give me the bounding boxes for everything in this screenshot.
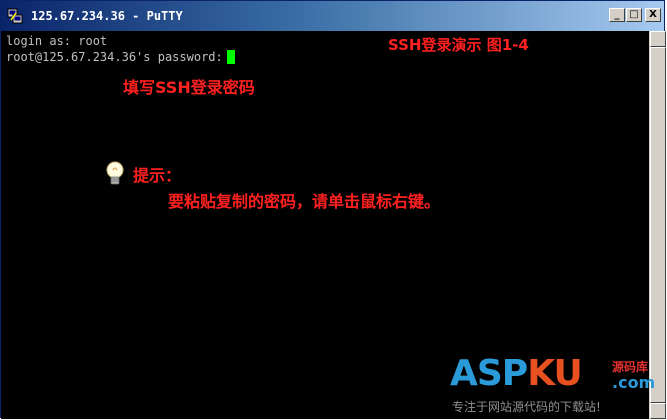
window-title: 125.67.234.36 - PuTTY <box>31 9 183 23</box>
password-prompt: root@125.67.234.36's password: <box>6 50 223 64</box>
watermark-logo: ASPKU <box>450 353 583 394</box>
scroll-thumb[interactable] <box>650 47 666 403</box>
password-hint-annotation: 填写SSH登录密码 <box>123 78 255 97</box>
terminal-line-login: login as: root <box>6 34 108 48</box>
maximize-button[interactable]: □ <box>626 8 642 22</box>
close-button[interactable]: X <box>645 8 661 22</box>
figure-title-annotation: SSH登录演示 图1-4 <box>388 36 529 54</box>
terminal-cursor <box>226 50 235 64</box>
title-bar[interactable]: 125.67.234.36 - PuTTY _ □ X <box>1 1 664 31</box>
scroll-down-arrow[interactable] <box>650 403 666 419</box>
lightbulb-icon <box>106 161 124 185</box>
vertical-scrollbar[interactable] <box>649 31 666 419</box>
putty-icon[interactable] <box>7 8 23 24</box>
tip-text: 要粘贴复制的密码，请单击鼠标右键。 <box>168 192 441 211</box>
terminal-line-password: root@125.67.234.36's password: <box>6 50 235 64</box>
scroll-up-arrow[interactable] <box>650 31 666 47</box>
watermark-logo-domain: .com <box>612 373 656 392</box>
watermark-logo-asp: ASP <box>450 353 528 394</box>
minimize-button[interactable]: _ <box>609 8 625 22</box>
watermark-slogan: 专注于网站源代码的下载站! <box>452 400 601 414</box>
tip-label: 提示： <box>133 166 182 185</box>
watermark-logo-ku: KU <box>527 353 582 394</box>
